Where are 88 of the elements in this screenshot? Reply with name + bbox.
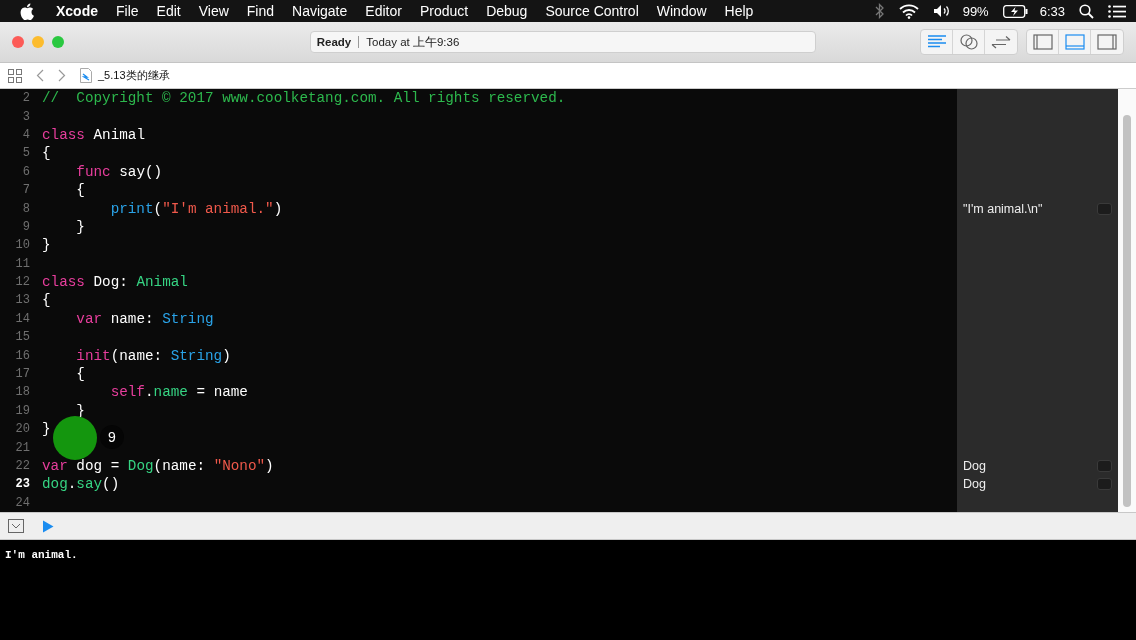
menu-item[interactable]: Editor bbox=[365, 3, 402, 19]
code-line: print("I'm animal.") bbox=[109, 200, 283, 217]
line-number: 9 bbox=[21, 219, 30, 234]
code-line: func say() bbox=[75, 163, 163, 180]
close-button[interactable] bbox=[12, 36, 24, 48]
code-line: { bbox=[75, 182, 85, 199]
file-breadcrumb[interactable]: _5.13类的继承 bbox=[98, 68, 170, 83]
scrollbar-thumb[interactable] bbox=[1123, 115, 1131, 507]
apple-logo-icon[interactable] bbox=[20, 2, 34, 20]
menu-item[interactable]: Find bbox=[246, 3, 275, 19]
code-line: var name: String bbox=[75, 310, 214, 327]
overlapping-circles-icon bbox=[958, 34, 979, 50]
quick-look-button[interactable] bbox=[1097, 478, 1112, 491]
panel-layout-icon bbox=[1032, 34, 1053, 50]
line-number: 15 bbox=[14, 330, 30, 345]
related-items-grid-icon[interactable] bbox=[8, 68, 22, 83]
line-number: 14 bbox=[14, 311, 30, 326]
swift-file-icon bbox=[80, 68, 92, 83]
menu-item[interactable]: Product bbox=[419, 3, 469, 19]
status-text: Ready bbox=[316, 36, 352, 48]
two-way-arrows-icon bbox=[991, 35, 1011, 49]
quick-look-button[interactable] bbox=[1097, 202, 1112, 215]
line-number: 11 bbox=[14, 256, 30, 271]
menu-item[interactable]: Debug bbox=[486, 3, 528, 19]
panel-layout-icon bbox=[1064, 34, 1085, 50]
result-value: Dog bbox=[963, 459, 987, 473]
search-icon[interactable] bbox=[1079, 3, 1094, 19]
menu-clock[interactable]: 6:33 bbox=[1039, 3, 1065, 19]
battery-charging-icon[interactable] bbox=[1002, 4, 1028, 18]
text-lines-icon bbox=[926, 35, 947, 49]
run-play-icon[interactable] bbox=[42, 519, 54, 533]
menu-item[interactable]: Edit bbox=[156, 3, 181, 19]
line-number: 4 bbox=[21, 127, 30, 142]
code-line: class Animal bbox=[42, 126, 145, 143]
bluetooth-icon[interactable] bbox=[874, 3, 885, 19]
menu-item[interactable]: Window bbox=[656, 3, 707, 19]
line-number: 8 bbox=[21, 201, 30, 216]
click-count-label: 9 bbox=[100, 425, 124, 449]
line-number: 10 bbox=[14, 238, 30, 253]
zoom-button[interactable] bbox=[52, 36, 64, 48]
line-number: 12 bbox=[14, 275, 30, 290]
line-number: 22 bbox=[14, 459, 30, 473]
battery-percentage: 99% bbox=[962, 3, 989, 19]
code-line: { bbox=[42, 145, 51, 162]
result-value: "I'm animal.\n" bbox=[963, 201, 1044, 216]
code-line: { bbox=[75, 366, 85, 383]
back-chevron-icon[interactable] bbox=[36, 69, 44, 82]
menu-item[interactable]: Source Control bbox=[545, 3, 639, 19]
list-icon[interactable] bbox=[1108, 4, 1126, 18]
line-number: 7 bbox=[21, 183, 30, 198]
code-line: var dog = Dog(name: "Nono") bbox=[42, 458, 274, 474]
line-number: 19 bbox=[14, 403, 30, 418]
line-number: 20 bbox=[14, 422, 30, 437]
menu-item[interactable]: File bbox=[116, 3, 139, 19]
line-number: 21 bbox=[14, 440, 30, 455]
result-value: Dog bbox=[963, 477, 987, 492]
hide-debug-area-icon[interactable] bbox=[8, 519, 24, 533]
quick-look-button[interactable] bbox=[1097, 460, 1112, 472]
console-output: I'm animal. bbox=[5, 549, 78, 561]
line-number: 13 bbox=[14, 293, 30, 308]
line-number: 18 bbox=[14, 385, 30, 400]
wifi-icon[interactable] bbox=[898, 3, 919, 19]
code-line: { bbox=[42, 292, 51, 309]
menu-item[interactable]: View bbox=[198, 3, 229, 19]
line-number: 2 bbox=[21, 91, 30, 106]
line-number: 24 bbox=[14, 495, 30, 510]
code-line: class Dog: Animal bbox=[42, 274, 188, 291]
code-line: dog.say() bbox=[42, 476, 120, 493]
code-line: // Copyright © 2017 www.coolketang.com. All rights reserved. bbox=[42, 90, 566, 107]
code-line: } bbox=[75, 218, 85, 235]
line-number: 6 bbox=[21, 164, 30, 179]
menu-item[interactable]: Navigate bbox=[292, 3, 348, 19]
menu-item[interactable]: Xcode bbox=[56, 3, 98, 19]
code-line: } bbox=[42, 421, 51, 438]
volume-icon[interactable] bbox=[932, 4, 951, 18]
line-number: 3 bbox=[21, 109, 30, 124]
line-number: 16 bbox=[14, 348, 30, 363]
line-number: 17 bbox=[14, 367, 30, 382]
forward-chevron-icon[interactable] bbox=[58, 69, 66, 82]
line-number: 5 bbox=[21, 146, 30, 161]
code-line: init(name: String) bbox=[75, 347, 231, 364]
panel-layout-icon bbox=[1097, 34, 1117, 50]
code-line: } bbox=[42, 237, 51, 254]
click-indicator bbox=[53, 416, 97, 460]
activity-time-text: Today at 上午9:36 bbox=[366, 34, 460, 50]
code-line: self.name = name bbox=[109, 384, 248, 401]
line-number: 23 bbox=[14, 477, 30, 492]
menu-item[interactable]: Help bbox=[724, 3, 754, 19]
